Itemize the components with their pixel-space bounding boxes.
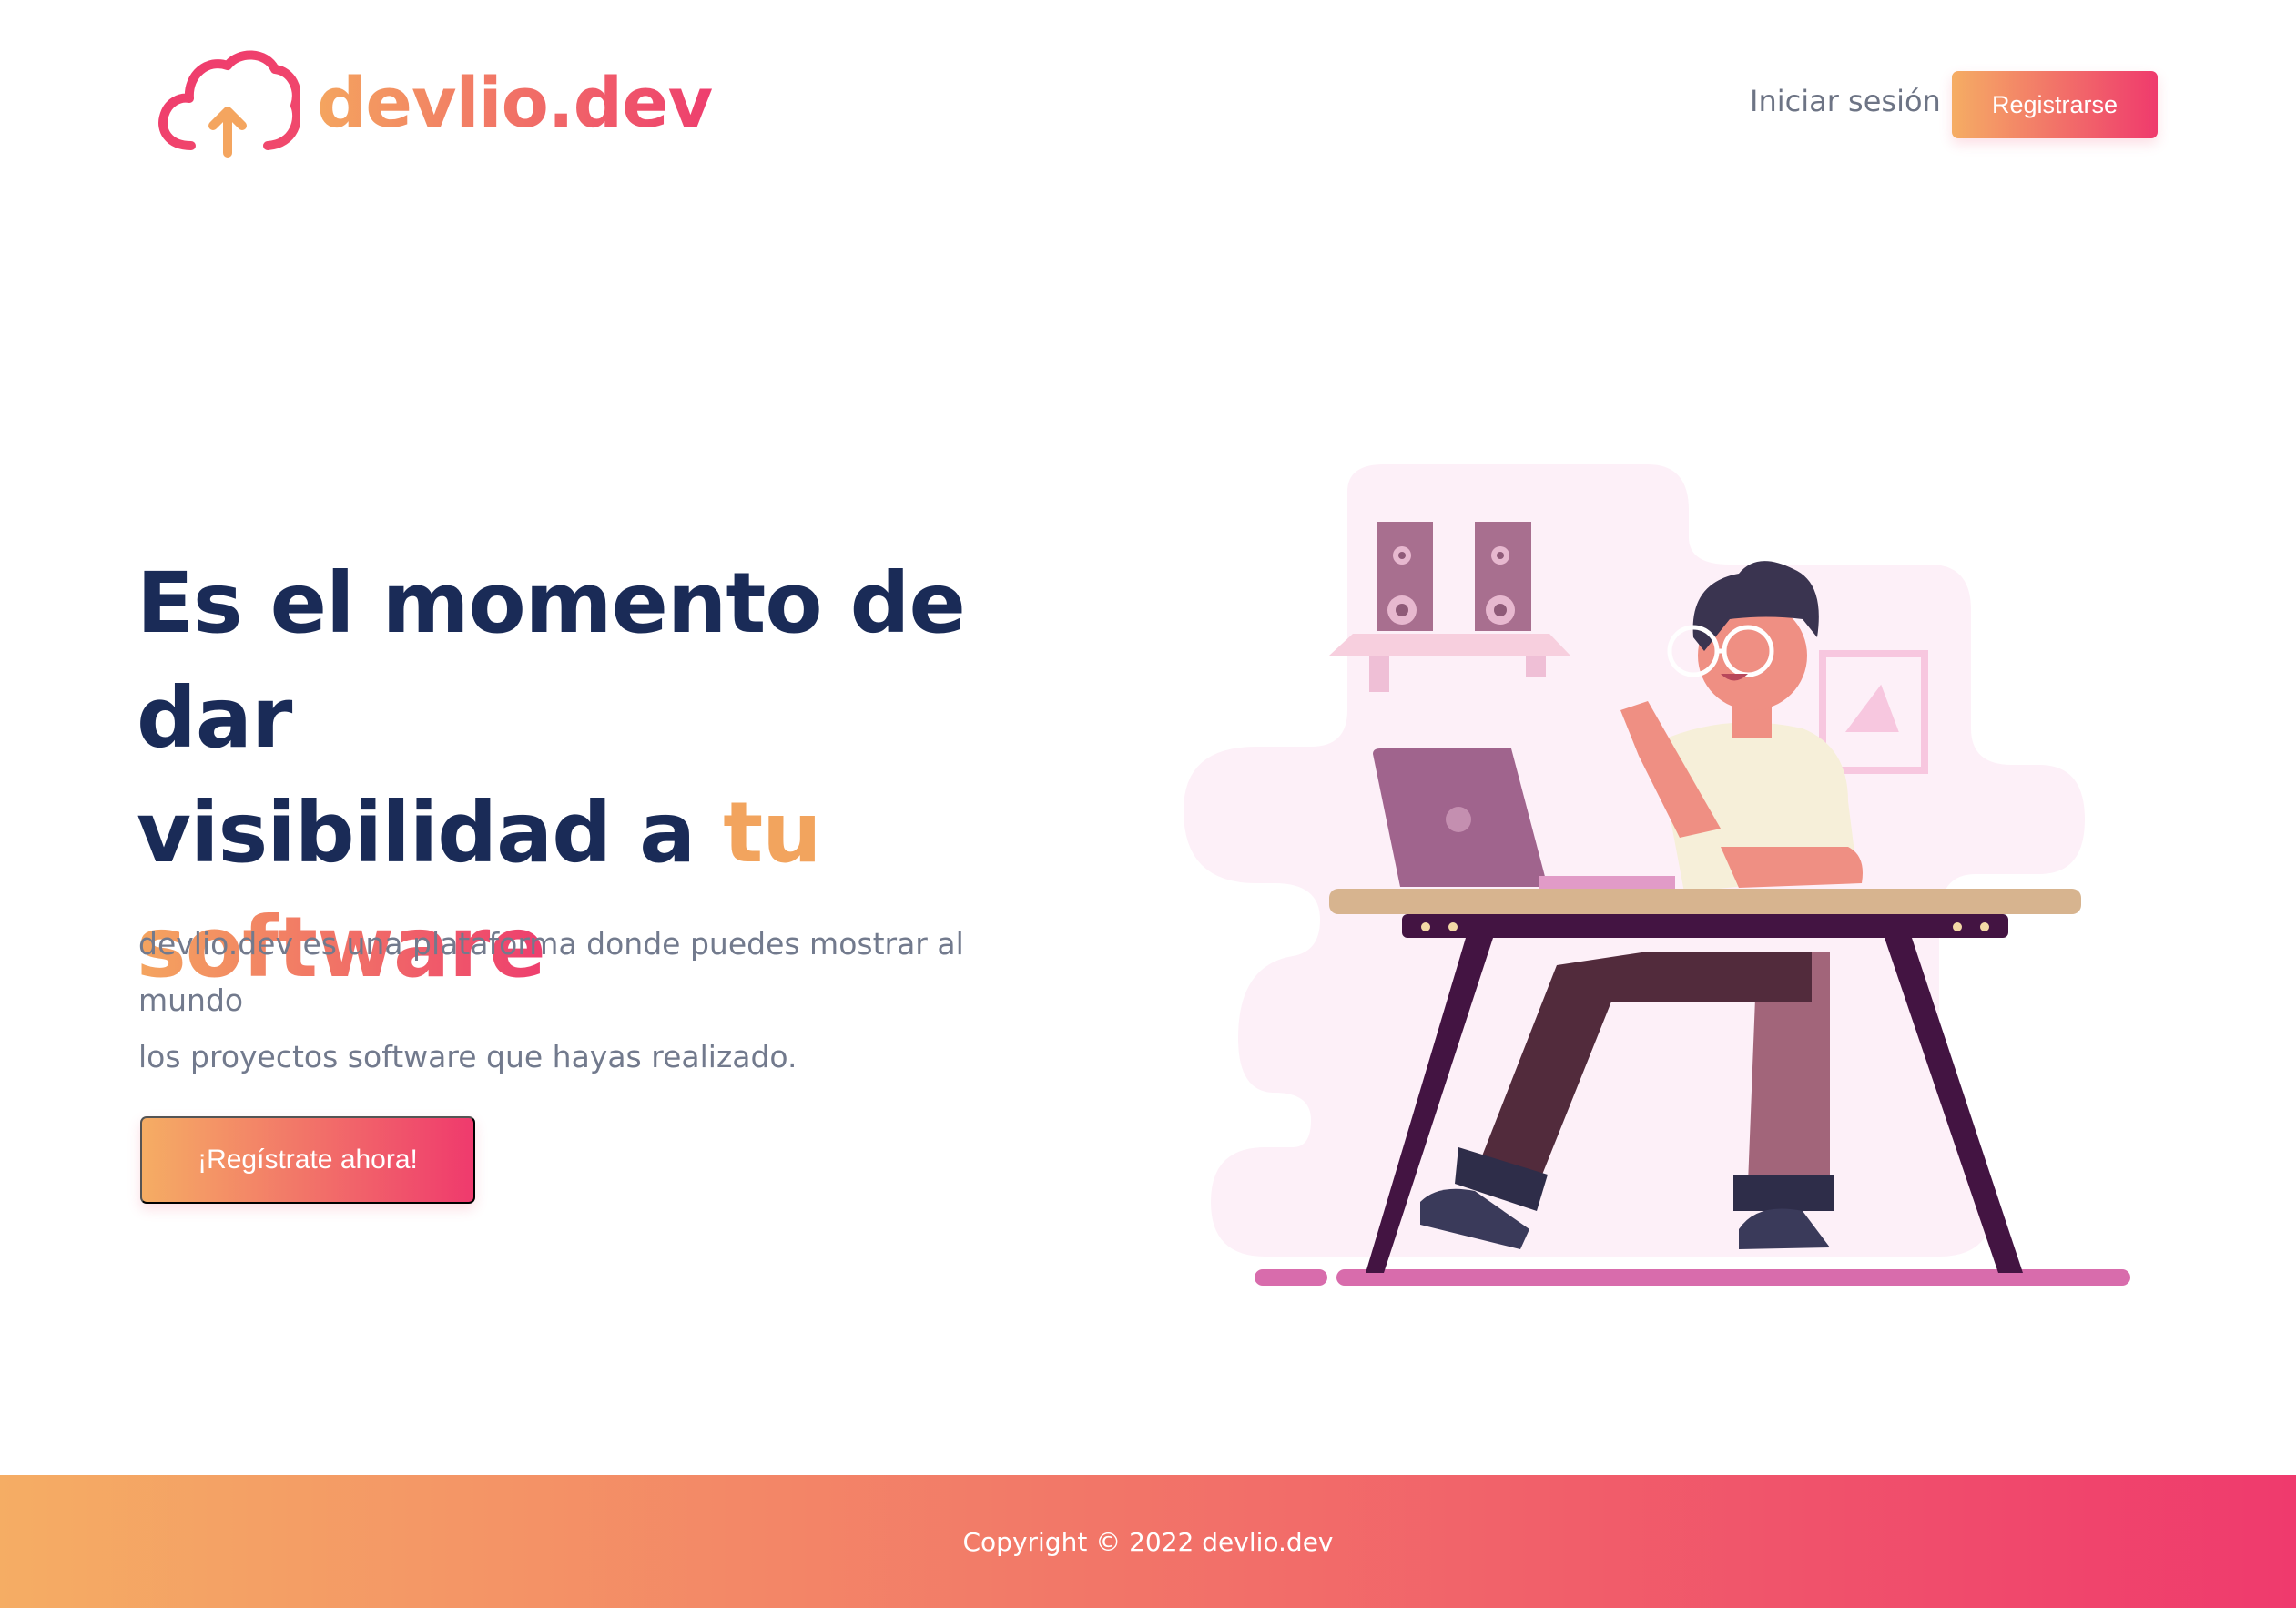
hero-title-line1: Es el momento de dar [137, 555, 966, 767]
hero-title-line2: visibilidad a [137, 784, 696, 881]
footer-copyright: Copyright © 2022 devlio.dev [962, 1526, 1334, 1557]
hero-description: devlio.dev es una plataforma donde puede… [138, 916, 1076, 1085]
background-blob [1184, 464, 2085, 1257]
site-footer: Copyright © 2022 devlio.dev [0, 1475, 2296, 1608]
cloud-upload-icon [158, 50, 300, 158]
developer-illustration [1184, 464, 2130, 1286]
brand-name: devlio.dev [317, 62, 713, 143]
hero-description-line1: devlio.dev es una plataforma donde puede… [138, 926, 964, 1018]
signup-now-button[interactable]: ¡Regístrate ahora! [140, 1116, 475, 1204]
login-link[interactable]: Iniciar sesión [1750, 84, 1941, 118]
hero-title-highlight-tu: tu [723, 784, 821, 881]
site-header: devlio.dev Iniciar sesión Registrarse [0, 0, 2296, 209]
register-button[interactable]: Registrarse [1952, 71, 2158, 138]
hero-description-line2: los proyectos software que hayas realiza… [138, 1039, 798, 1074]
brand-logo-link[interactable]: devlio.dev [155, 46, 713, 159]
